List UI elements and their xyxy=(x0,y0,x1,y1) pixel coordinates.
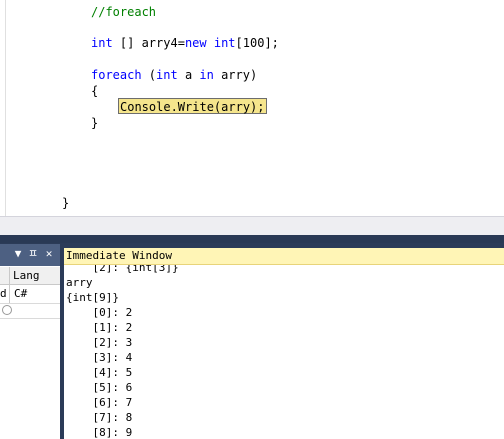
editor-gutter xyxy=(0,0,6,216)
code-line-method-brace-close: } xyxy=(62,196,70,210)
window-dropdown-icon[interactable]: ▼ xyxy=(12,247,24,261)
keyword-foreach: foreach xyxy=(91,68,142,82)
immediate-output-line: [0]: 2 xyxy=(66,306,133,319)
immediate-output-line: arry xyxy=(66,276,93,289)
code-text: a xyxy=(177,68,200,82)
code-line-brace-close: } xyxy=(91,116,99,130)
immediate-output-line: [1]: 2 xyxy=(66,321,133,334)
immediate-output-line: [7]: 8 xyxy=(66,411,133,424)
immediate-window-title-bar[interactable]: Immediate Window xyxy=(64,248,504,265)
current-statement-highlight[interactable]: Console.Write(arry); xyxy=(118,98,267,114)
keyword-int: int xyxy=(91,36,113,50)
pane-header: ▼ ㅍ ✕ xyxy=(0,244,60,266)
immediate-output-line: [5]: 6 xyxy=(66,381,133,394)
keyword-in: in xyxy=(199,68,214,82)
immediate-output-line: [3]: 4 xyxy=(66,351,133,364)
grid-header: Lang xyxy=(0,267,60,285)
dock-splitter[interactable] xyxy=(0,235,504,243)
code-text: arry) xyxy=(213,68,258,82)
immediate-output-line: {int[9]} xyxy=(66,291,119,304)
grid-row[interactable] xyxy=(0,304,60,319)
immediate-output-line: [8]: 9 xyxy=(66,426,133,439)
code-text: ( xyxy=(141,68,157,82)
code-text: [100]; xyxy=(235,36,279,50)
column-header-name[interactable] xyxy=(0,267,10,284)
keyword-int: int xyxy=(213,36,236,50)
close-icon[interactable]: ✕ xyxy=(43,247,55,261)
keyword-new: new xyxy=(184,36,207,50)
immediate-window[interactable]: [2]: {int[3]} arry {int[9]} [0]: 2 [1]: 2 … xyxy=(64,248,504,439)
editor-horizontal-scrollbar[interactable] xyxy=(0,216,504,235)
immediate-output-line: [6]: 7 xyxy=(66,396,133,409)
cell-lang: C# xyxy=(14,287,28,300)
code-text: [] arry4= xyxy=(112,36,185,50)
immediate-window-title: Immediate Window xyxy=(66,249,172,262)
immediate-output-line: [4]: 5 xyxy=(66,366,133,379)
column-header-lang[interactable]: Lang xyxy=(13,267,40,284)
frame-marker-icon xyxy=(2,305,12,315)
code-line-brace-open: { xyxy=(91,84,99,98)
immediate-output-line: [2]: 3 xyxy=(66,336,133,349)
code-line-foreach: foreach (int a in arry) xyxy=(91,67,257,83)
code-line-array-declaration: int [] arry4=new int[100]; xyxy=(91,35,279,51)
code-editor[interactable]: //foreach int [] arry4=new int[100]; for… xyxy=(0,0,504,216)
grid-row[interactable]: d C# xyxy=(0,285,60,304)
immediate-output[interactable]: [2]: {int[3]} arry {int[9]} [0]: 2 [1]: 2 … xyxy=(64,248,504,439)
call-stack-pane: ▼ ㅍ ✕ Lang d C# xyxy=(0,244,60,439)
pin-icon[interactable]: ㅍ xyxy=(27,247,39,261)
comment-text: //foreach xyxy=(91,5,157,19)
cell-name: d xyxy=(0,285,10,303)
keyword-int: int xyxy=(156,68,178,82)
code-line-comment: //foreach xyxy=(91,4,156,20)
